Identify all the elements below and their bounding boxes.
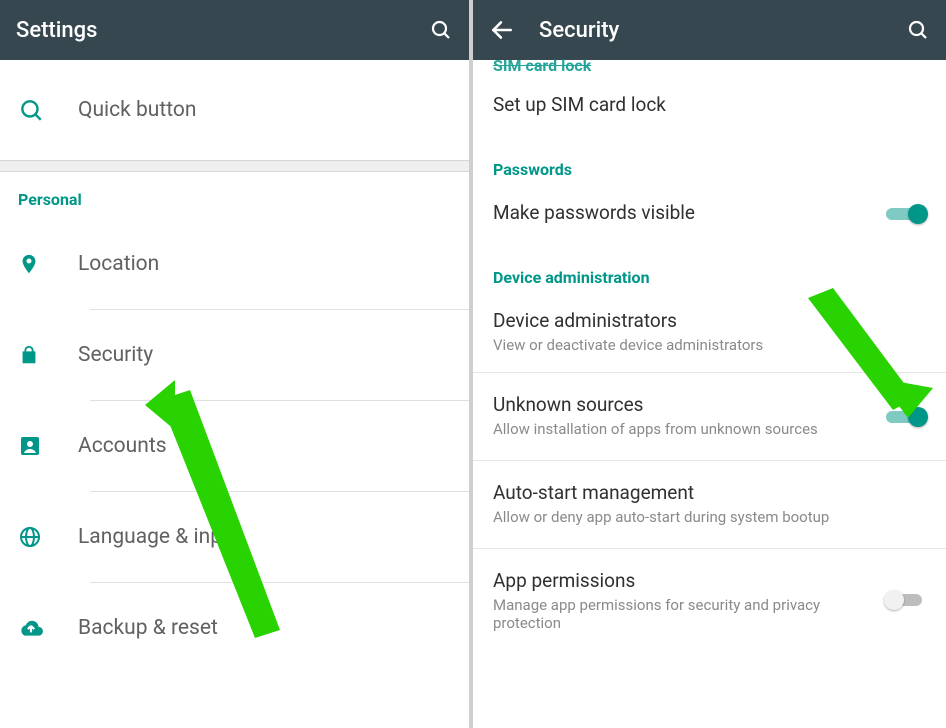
unknown-sources-sub: Allow installation of apps from unknown … — [493, 420, 926, 438]
sim-lock-title: Set up SIM card lock — [493, 93, 926, 116]
search-icon[interactable] — [429, 18, 453, 42]
quick-button-icon — [18, 97, 78, 123]
security-title: Security — [539, 18, 906, 43]
unknown-sources-toggle[interactable] — [886, 406, 926, 428]
settings-item-security[interactable]: Security — [0, 310, 469, 400]
settings-item-language[interactable]: Language & input — [0, 492, 469, 582]
back-icon[interactable] — [489, 17, 515, 43]
settings-item-label: Security — [78, 343, 153, 367]
quick-button-row[interactable]: Quick button — [0, 60, 469, 160]
auto-start-item[interactable]: Auto-start management Allow or deny app … — [473, 461, 946, 548]
cloud-upload-icon — [18, 618, 78, 638]
location-icon — [18, 250, 78, 278]
settings-item-accounts[interactable]: Accounts — [0, 401, 469, 491]
unknown-sources-title: Unknown sources — [493, 393, 926, 416]
settings-item-label: Language & input — [78, 525, 240, 549]
settings-appbar: Settings — [0, 0, 469, 60]
auto-start-sub: Allow or deny app auto-start during syst… — [493, 508, 926, 526]
security-appbar: Security — [473, 0, 946, 60]
settings-item-backup[interactable]: Backup & reset — [0, 583, 469, 673]
settings-title: Settings — [16, 18, 429, 43]
device-admin-header: Device administration — [473, 242, 946, 293]
app-permissions-sub: Manage app permissions for security and … — [493, 596, 926, 632]
auto-start-title: Auto-start management — [493, 481, 926, 504]
settings-item-label: Accounts — [78, 434, 167, 458]
lock-icon — [18, 342, 78, 368]
settings-screen: Settings Quick button Personal — [0, 0, 473, 728]
passwords-header: Passwords — [473, 134, 946, 185]
settings-item-label: Backup & reset — [78, 616, 218, 640]
settings-item-label: Location — [78, 252, 159, 276]
accounts-icon — [18, 434, 78, 458]
unknown-sources-item[interactable]: Unknown sources Allow installation of ap… — [473, 373, 946, 460]
security-screen: Security SIM card lock Set up SIM card l… — [473, 0, 946, 728]
section-divider — [0, 160, 469, 172]
app-permissions-item[interactable]: App permissions Manage app permissions f… — [473, 549, 946, 650]
device-administrators-item[interactable]: Device administrators View or deactivate… — [473, 293, 946, 372]
app-permissions-title: App permissions — [493, 569, 926, 592]
search-icon[interactable] — [906, 18, 930, 42]
passwords-visible-toggle[interactable] — [886, 203, 926, 225]
sim-lock-item[interactable]: Set up SIM card lock — [473, 77, 946, 134]
device-administrators-title: Device administrators — [493, 309, 926, 332]
passwords-visible-item[interactable]: Make passwords visible — [473, 185, 946, 242]
globe-icon — [18, 525, 78, 549]
quick-button-label: Quick button — [78, 98, 196, 122]
settings-item-location[interactable]: Location — [0, 219, 469, 309]
device-administrators-sub: View or deactivate device administrators — [493, 336, 926, 354]
app-permissions-toggle[interactable] — [886, 589, 926, 611]
personal-header: Personal — [0, 172, 469, 219]
sim-lock-header-cutoff: SIM card lock — [473, 56, 946, 77]
passwords-visible-title: Make passwords visible — [493, 201, 926, 224]
